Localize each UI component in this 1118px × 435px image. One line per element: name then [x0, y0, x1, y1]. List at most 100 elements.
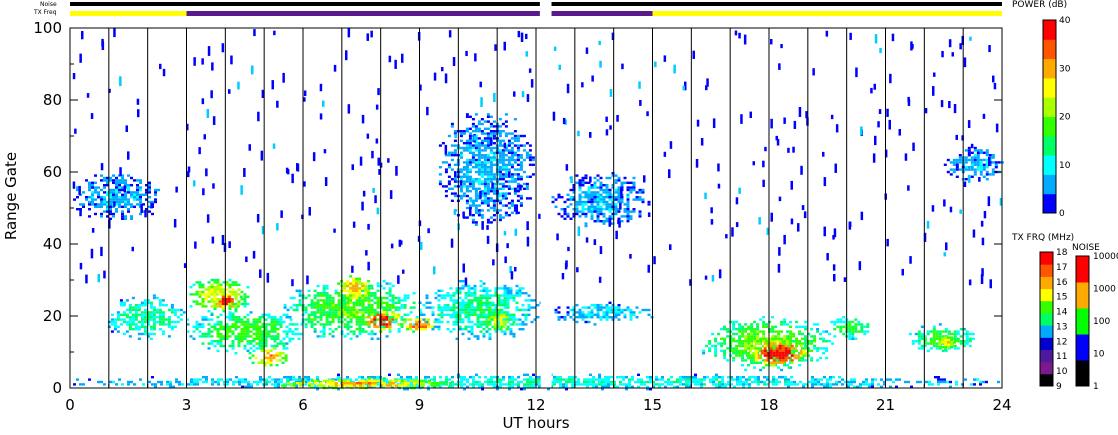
echo-cell — [608, 188, 612, 192]
echo-cell — [501, 187, 505, 190]
echo-cell — [614, 313, 618, 316]
echo-cell — [152, 316, 156, 319]
echo-cell — [479, 320, 483, 324]
echo-cell — [649, 376, 652, 379]
echo-cell — [762, 323, 766, 326]
echo-cell — [367, 379, 371, 382]
echo-cell — [325, 292, 329, 295]
echo-cell — [578, 203, 582, 206]
echo-cell — [474, 190, 478, 193]
echo-cell — [449, 316, 453, 319]
echo-cell — [886, 378, 889, 381]
echo-cell — [234, 310, 238, 313]
echo-cell — [391, 384, 395, 387]
echo-cell — [109, 198, 112, 201]
echo-cell — [868, 383, 871, 386]
echo-cell — [248, 352, 252, 355]
echo-cell — [361, 330, 365, 333]
echo-cell — [823, 383, 826, 386]
echo-cell — [221, 305, 225, 308]
echo-speck — [700, 138, 704, 146]
echo-cell — [751, 347, 755, 350]
echo-cell — [786, 335, 790, 338]
echo-cell — [196, 383, 199, 386]
echo-cell — [944, 336, 948, 339]
echo-cell — [602, 306, 606, 309]
echo-cell — [507, 132, 511, 135]
echo-cell — [476, 306, 480, 309]
echo-cell — [328, 384, 332, 387]
echo-cell — [928, 380, 931, 384]
echo-cell — [370, 287, 374, 290]
echo-cell — [559, 380, 562, 384]
echo-cell — [516, 134, 520, 138]
echo-cell — [140, 318, 144, 321]
echo-cell — [94, 188, 97, 192]
echo-cell — [507, 158, 511, 162]
echo-cell — [476, 313, 480, 316]
echo-cell — [307, 313, 311, 316]
echo-cell — [73, 198, 76, 201]
echo-cell — [385, 384, 389, 387]
echo-cell — [115, 179, 118, 182]
echo-cell — [292, 384, 296, 387]
echo-cell — [795, 349, 799, 352]
echo-cell — [260, 359, 264, 362]
echo-cell — [431, 311, 435, 314]
echo-cell — [337, 379, 341, 382]
echo-cell — [453, 139, 457, 142]
echo-cell — [216, 328, 220, 331]
echo-cell — [772, 361, 776, 364]
echo-cell — [736, 376, 739, 379]
echo-cell — [473, 335, 477, 338]
echo-cell — [465, 175, 469, 178]
echo-cell — [231, 332, 235, 336]
echo-cell — [851, 320, 855, 324]
echo-cell — [973, 168, 977, 171]
echo-cell — [750, 335, 754, 338]
echo-cell — [274, 383, 277, 386]
echo-cell — [777, 330, 781, 333]
echo-cell — [735, 328, 739, 331]
echo-cell — [595, 383, 598, 386]
echo-cell — [602, 313, 606, 316]
echo-cell — [139, 186, 142, 189]
echo-cell — [826, 380, 829, 384]
echo-cell — [775, 347, 779, 350]
echo-cell — [682, 376, 685, 379]
echo-cell — [985, 170, 989, 174]
echo-cell — [444, 185, 448, 188]
echo-cell — [331, 296, 335, 300]
echo-cell — [521, 308, 525, 312]
echo-cell — [337, 325, 341, 328]
echo-cell — [337, 306, 341, 309]
echo-cell — [778, 352, 782, 355]
echo-cell — [479, 294, 483, 297]
echo-cell — [510, 202, 514, 205]
echo-cell — [947, 338, 951, 342]
echo-cell — [113, 323, 117, 326]
echo-cell — [578, 313, 582, 316]
echo-speck — [945, 242, 948, 251]
echo-cell — [403, 299, 407, 302]
echo-cell — [403, 313, 407, 316]
echo-cell — [467, 320, 471, 324]
echo-cell — [134, 311, 138, 314]
echo-cell — [979, 161, 983, 164]
echo-cell — [575, 316, 579, 319]
echo-cell — [801, 332, 805, 336]
echo-cell — [331, 306, 335, 309]
echo-cell — [228, 325, 232, 328]
echo-speck — [647, 212, 651, 217]
echo-cell — [641, 308, 645, 312]
echo-cell — [91, 191, 94, 194]
echo-cell — [409, 376, 412, 379]
echo-cell — [201, 305, 205, 308]
echo-cell — [82, 383, 85, 386]
echo-cell — [577, 378, 580, 381]
echo-cell — [427, 376, 430, 379]
echo-cell — [688, 383, 691, 386]
echo-speck — [874, 135, 877, 146]
echo-cell — [515, 323, 519, 326]
echo-speck — [212, 183, 215, 189]
